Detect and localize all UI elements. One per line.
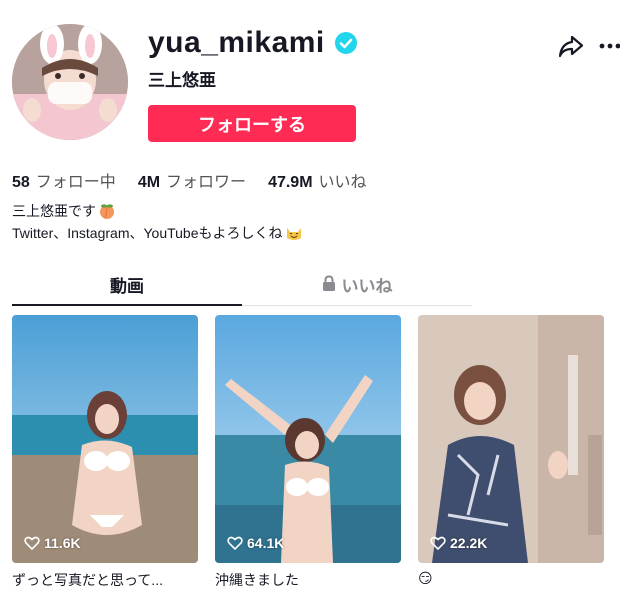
peach-emoji-icon	[100, 204, 114, 219]
username: yua_mikami	[148, 26, 357, 60]
tab-active-indicator	[12, 304, 242, 306]
stat-likes: 47.9M いいね	[268, 168, 366, 192]
video-card-3[interactable]: 22.2K	[418, 315, 604, 563]
tab-likes[interactable]: いいね	[242, 272, 472, 306]
video-caption-1[interactable]: ずっと写真だと思って...	[12, 570, 198, 590]
stat-likes-label: いいね	[318, 174, 367, 191]
verified-badge-icon	[334, 32, 357, 54]
video-views-2-count: 64.1K	[247, 535, 285, 551]
heart-outline-icon	[430, 536, 446, 550]
share-button[interactable]	[558, 33, 584, 59]
video-caption-2[interactable]: 沖縄きました	[215, 570, 401, 590]
tab-videos-label: 動画	[110, 277, 144, 296]
video-views-1: 11.6K	[24, 535, 81, 551]
video-thumbnail-1	[12, 315, 198, 563]
avatar[interactable]	[12, 24, 128, 140]
heart-outline-icon	[227, 536, 243, 550]
bio-line-2-text: Twitter、Instagram、YouTubeもよろしくね	[12, 225, 283, 241]
bio-line-1-text: 三上悠亜です	[12, 203, 96, 219]
username-text: yua_mikami	[148, 26, 325, 59]
nickname: 三上悠亜	[148, 71, 216, 90]
more-button[interactable]	[598, 36, 620, 56]
bio-line-2: Twitter、Instagram、YouTubeもよろしくね	[12, 223, 303, 243]
stat-following-value: 58	[12, 174, 30, 191]
bio-line-1: 三上悠亜です	[12, 201, 116, 221]
tab-videos[interactable]: 動画	[12, 272, 242, 306]
video-views-3-count: 22.2K	[450, 535, 488, 551]
stat-following[interactable]: 58 フォロー中	[12, 168, 116, 192]
stat-followers[interactable]: 4M フォロワー	[138, 168, 246, 192]
stat-followers-label: フォロワー	[166, 174, 247, 191]
video-caption-3[interactable]: 😏	[418, 570, 604, 587]
stat-followers-value: 4M	[137, 174, 161, 191]
video-card-1[interactable]: 11.6K	[12, 315, 198, 563]
profile-stats: 58 フォロー中 4M フォロワー 47.9M いいね	[12, 168, 367, 192]
share-icon	[558, 35, 584, 58]
video-views-3: 22.2K	[430, 535, 487, 551]
video-views-2: 64.1K	[227, 535, 284, 551]
video-views-1-count: 11.6K	[44, 535, 81, 551]
tab-likes-label: いいね	[341, 277, 393, 296]
cat-emoji-icon	[286, 228, 301, 240]
heart-outline-icon	[24, 536, 40, 550]
video-card-2[interactable]: 64.1K	[215, 315, 401, 563]
video-thumbnail-3	[418, 315, 604, 563]
profile-tabs: 動画 いいね	[12, 272, 472, 306]
stat-likes-value: 47.9M	[268, 174, 313, 191]
video-thumbnail-2	[215, 315, 401, 563]
avatar-image	[12, 24, 128, 140]
follow-button[interactable]: フォローする	[148, 105, 356, 142]
lock-icon	[322, 275, 335, 291]
stat-following-label: フォロー中	[35, 174, 116, 191]
more-icon	[599, 43, 620, 49]
